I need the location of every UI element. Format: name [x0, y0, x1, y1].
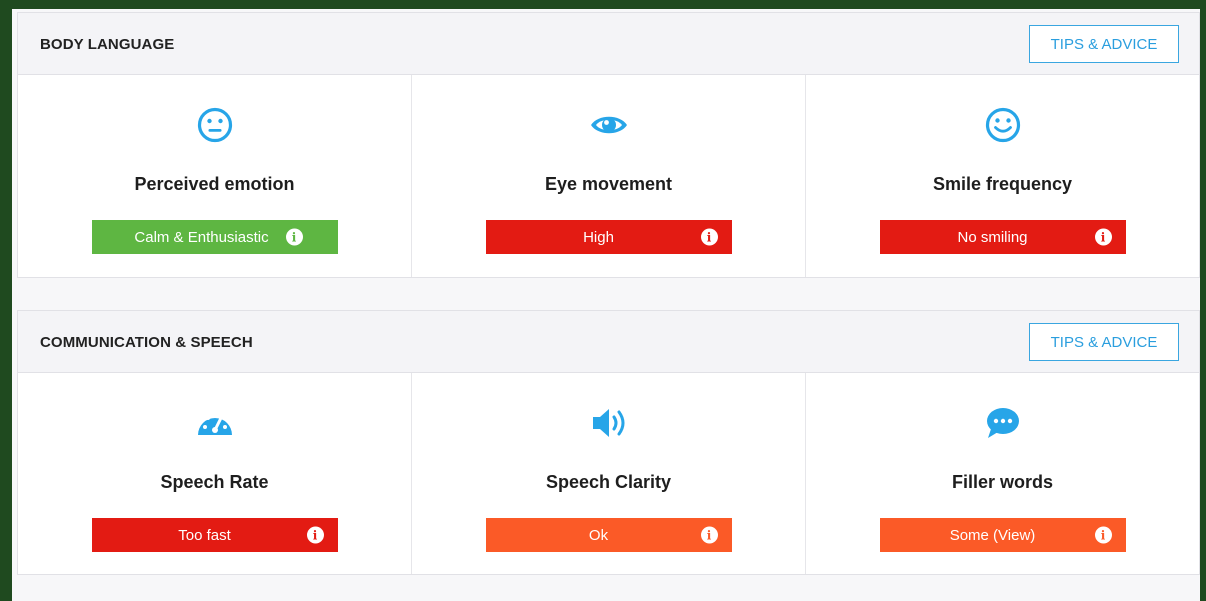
status-text: High — [583, 228, 614, 246]
metric-card-smile-frequency: Smile frequency No smiling i — [806, 75, 1199, 277]
status-badge[interactable]: Too fast i — [91, 518, 338, 552]
metric-card-speech-rate: Speech Rate Too fast i — [18, 373, 412, 574]
smile-face-icon — [983, 105, 1023, 145]
speedometer-icon — [195, 403, 235, 443]
metric-card-speech-clarity: Speech Clarity Ok i — [412, 373, 806, 574]
status-text: Some (View) — [949, 526, 1036, 544]
metric-card-perceived-emotion: Perceived emotion Calm & Enthusiastic i — [18, 75, 412, 277]
metric-label: Smile frequency — [932, 174, 1073, 194]
neutral-face-icon — [195, 105, 235, 145]
chat-bubble-icon — [983, 403, 1023, 443]
status-badge[interactable]: Calm & Enthusiastic i — [91, 220, 338, 254]
tips-advice-button[interactable]: TIPS & ADVICE — [1029, 323, 1179, 361]
metric-label: Eye movement — [544, 174, 673, 194]
speaker-icon — [589, 403, 629, 443]
panel-header: BODY LANGUAGE TIPS & ADVICE — [18, 13, 1199, 75]
eye-icon — [589, 105, 629, 145]
metric-card-eye-movement: Eye movement High i — [412, 75, 806, 277]
status-text: Too fast — [178, 526, 231, 544]
metric-label: Filler words — [951, 472, 1054, 492]
status-badge[interactable]: No smiling i — [879, 220, 1126, 254]
status-badge[interactable]: High i — [485, 220, 732, 254]
metric-card-filler-words: Filler words Some (View) i — [806, 373, 1199, 574]
communication-speech-panel: COMMUNICATION & SPEECH TIPS & ADVICE Spe… — [17, 310, 1200, 575]
info-icon[interactable]: i — [285, 228, 303, 246]
tips-advice-button[interactable]: TIPS & ADVICE — [1029, 25, 1179, 63]
app-frame: BODY LANGUAGE TIPS & ADVICE Perceived em… — [9, 9, 1200, 601]
panel-header: COMMUNICATION & SPEECH TIPS & ADVICE — [18, 311, 1199, 373]
metric-label: Perceived emotion — [134, 174, 295, 194]
body-language-panel: BODY LANGUAGE TIPS & ADVICE Perceived em… — [17, 12, 1200, 278]
status-text: Calm & Enthusiastic — [134, 228, 269, 246]
status-text: Ok — [588, 526, 609, 544]
section-title: BODY LANGUAGE — [40, 36, 175, 53]
info-icon[interactable]: i — [700, 526, 718, 544]
metric-label: Speech Clarity — [545, 472, 672, 492]
info-icon[interactable]: i — [1094, 228, 1112, 246]
status-badge[interactable]: Some (View) i — [879, 518, 1126, 552]
status-badge[interactable]: Ok i — [485, 518, 732, 552]
metric-label: Speech Rate — [160, 472, 269, 492]
info-icon[interactable]: i — [700, 228, 718, 246]
info-icon[interactable]: i — [306, 526, 324, 544]
info-icon[interactable]: i — [1094, 526, 1112, 544]
section-title: COMMUNICATION & SPEECH — [40, 334, 253, 351]
status-text: No smiling — [957, 228, 1028, 246]
